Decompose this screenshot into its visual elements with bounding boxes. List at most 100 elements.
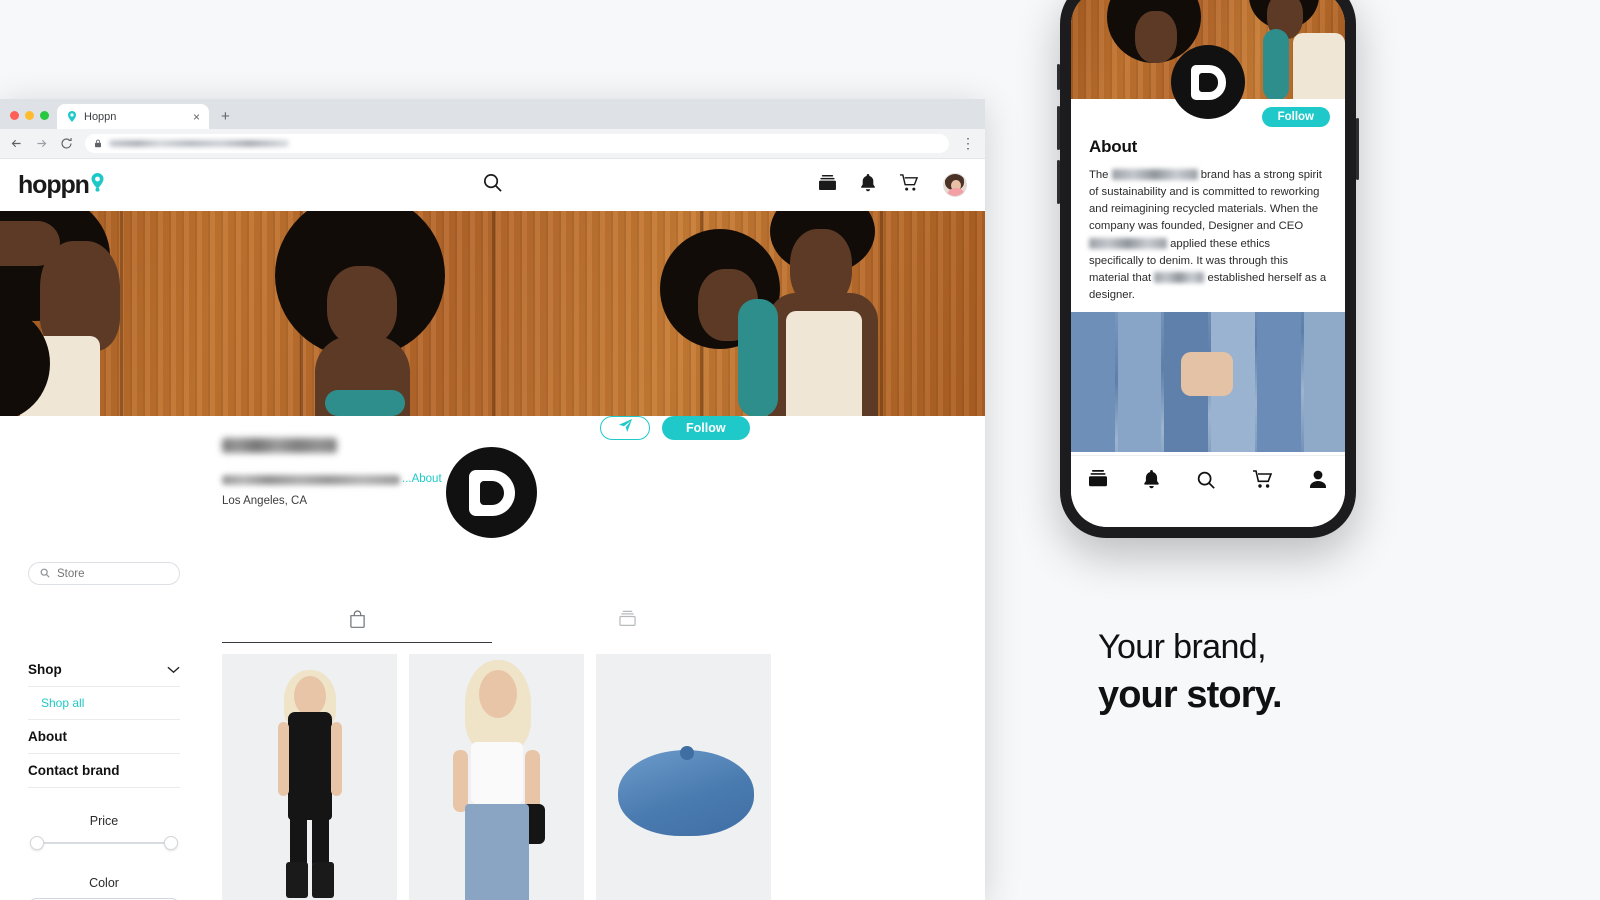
about-part-1: The [1089, 169, 1112, 181]
store-cards-icon[interactable] [819, 174, 836, 196]
phone-screen: Follow About The brand has a strong spir… [1071, 0, 1345, 527]
phone-bottom-nav [1071, 455, 1345, 527]
new-tab-button[interactable]: + [221, 108, 230, 125]
brand-location: Los Angeles, CA [222, 495, 308, 507]
brand-name-redacted [222, 438, 337, 453]
back-arrow-icon[interactable] [10, 137, 23, 150]
about-body: The brand has a strong spirit of sustain… [1089, 167, 1327, 304]
site-header: hoppn [0, 159, 985, 211]
logo-text: hoppn [18, 170, 90, 199]
brand-logo [442, 443, 541, 542]
hoppn-logo[interactable]: hoppn [18, 171, 105, 200]
phone-brand-logo [1171, 45, 1245, 119]
tagline-line-2: your story. [1098, 674, 1283, 716]
tab-products[interactable] [222, 610, 492, 643]
tab-collections[interactable] [492, 610, 762, 643]
sidebar-nav: Shop Shop all About Contact brand [28, 653, 180, 788]
share-button[interactable] [600, 416, 650, 440]
cart-icon[interactable] [900, 173, 919, 197]
brand-hero-banner [0, 211, 985, 416]
pin-icon [66, 111, 77, 122]
brand-d-mark [1190, 64, 1226, 100]
slider-track [35, 842, 173, 844]
product-image [409, 654, 584, 900]
slider-max-handle[interactable] [164, 836, 178, 850]
minimize-window-button[interactable] [25, 111, 34, 120]
hero-model-left [0, 211, 200, 416]
product-image [222, 654, 397, 900]
beret-shape [618, 750, 754, 836]
brand-tagline-redacted [222, 475, 400, 485]
chevron-down-icon [167, 662, 180, 677]
header-icon-group [819, 173, 967, 197]
product-grid: $160 CAPRI PLAYSUIT $59 KNIT GLOVES [222, 654, 771, 900]
reload-icon[interactable] [60, 137, 73, 150]
phone-about-section: About The brand has a strong spirit of s… [1071, 99, 1345, 304]
sidebar-item-shop-all[interactable]: Shop all [28, 687, 180, 720]
sidebar-item-shop[interactable]: Shop [28, 653, 180, 687]
sidebar-item-about[interactable]: About [28, 720, 180, 754]
phone-volume-down [1057, 160, 1060, 204]
maximize-window-button[interactable] [40, 111, 49, 120]
designer-name-redacted [1089, 237, 1167, 249]
bell-icon[interactable] [1143, 470, 1160, 494]
filters-sidebar: Shop Shop all About Contact brand Price … [28, 562, 180, 900]
tagline-line-1: Your brand, [1098, 628, 1267, 666]
search-icon[interactable] [482, 172, 503, 198]
hero-model-right [660, 211, 940, 416]
store-search-input[interactable] [57, 567, 168, 580]
slider-min-handle[interactable] [30, 836, 44, 850]
phone-silent-switch [1057, 64, 1060, 90]
browser-menu-button[interactable]: ⋮ [961, 136, 975, 151]
sidebar-item-label: Shop [28, 662, 62, 677]
url-text-redacted [109, 140, 289, 147]
shopping-bag-icon [349, 610, 366, 633]
designer-firstname-redacted [1154, 271, 1205, 283]
address-bar[interactable] [85, 134, 949, 153]
tab-title: Hoppn [84, 110, 117, 123]
price-range-slider[interactable] [28, 836, 180, 850]
product-image [596, 654, 771, 900]
phone-volume-up [1057, 106, 1060, 150]
forward-arrow-icon[interactable] [35, 137, 48, 150]
bell-icon[interactable] [860, 173, 876, 197]
about-link[interactable]: ...About [402, 473, 442, 485]
brand-d-mark [468, 469, 515, 516]
phone-mockup: Follow About The brand has a strong spir… [1057, 0, 1359, 538]
profile-actions: Follow [600, 416, 750, 440]
close-icon[interactable]: × [193, 111, 200, 123]
phone-power-button [1356, 118, 1359, 180]
product-tabs [222, 610, 762, 643]
browser-toolbar: ⋮ [0, 129, 985, 159]
search-icon[interactable] [1196, 470, 1216, 495]
browser-tab[interactable]: Hoppn × [57, 104, 209, 129]
product-card[interactable]: $160 CAPRI PLAYSUIT [222, 654, 397, 900]
cards-stack-icon [618, 610, 636, 634]
teal-pin-icon [90, 172, 105, 197]
marketing-tagline: Your brand, your story. [1098, 628, 1283, 717]
close-window-button[interactable] [10, 111, 19, 120]
avatar[interactable] [943, 173, 967, 197]
person-icon[interactable] [1309, 470, 1327, 494]
lock-icon [94, 139, 102, 148]
browser-tabstrip: Hoppn × + [0, 99, 985, 129]
phone-denim-image [1071, 312, 1345, 452]
store-search-field[interactable] [28, 562, 180, 585]
store-cards-icon[interactable] [1089, 470, 1108, 492]
browser-window: Hoppn × + ⋮ hoppn ...About Los Angeles, … [0, 99, 985, 900]
product-card[interactable]: $59 KNIT GLOVES [409, 654, 584, 900]
sidebar-item-contact-brand[interactable]: Contact brand [28, 754, 180, 788]
about-heading: About [1089, 137, 1138, 156]
window-traffic-lights[interactable] [8, 111, 57, 129]
paper-plane-icon [618, 418, 633, 438]
price-filter-label: Price [89, 814, 119, 828]
product-card[interactable]: $38 THE DENIM BERET [596, 654, 771, 900]
sidebar-item-label: Contact brand [28, 763, 120, 778]
color-filter-label: Color [89, 876, 119, 890]
hero-model-center [255, 211, 465, 416]
follow-button[interactable]: Follow [662, 416, 750, 440]
cart-icon[interactable] [1252, 470, 1273, 494]
sidebar-item-label: About [28, 729, 67, 744]
search-icon [40, 565, 50, 583]
phone-follow-button[interactable]: Follow [1261, 107, 1330, 127]
